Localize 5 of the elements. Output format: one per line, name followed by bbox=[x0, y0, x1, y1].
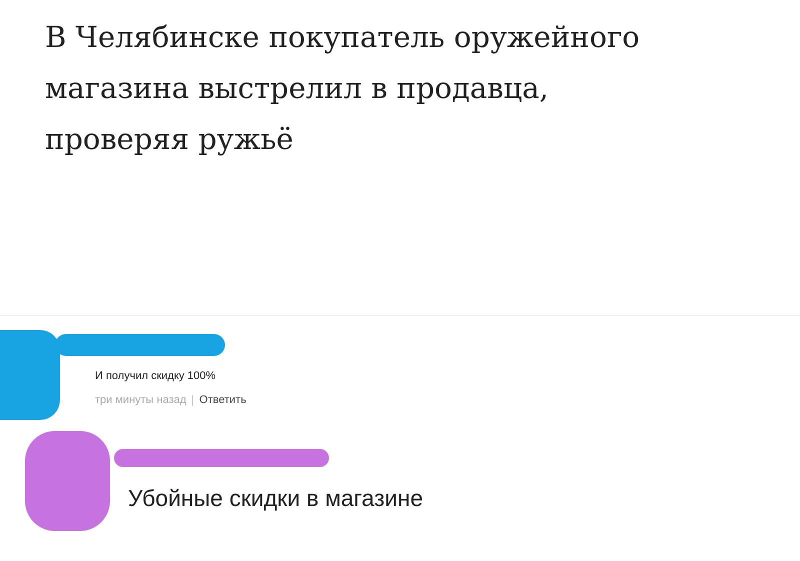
comment-time: три минуты назад bbox=[95, 394, 186, 406]
comment-text: Убойные скидки в магазине bbox=[128, 485, 423, 512]
reply-link[interactable]: Ответить bbox=[199, 394, 246, 406]
comment-text: И получил скидку 100% bbox=[95, 370, 217, 382]
headline: В Челябинске покупатель оружейного магазина выстрелил в продавца, проверяя ружьё bbox=[44, 19, 641, 158]
